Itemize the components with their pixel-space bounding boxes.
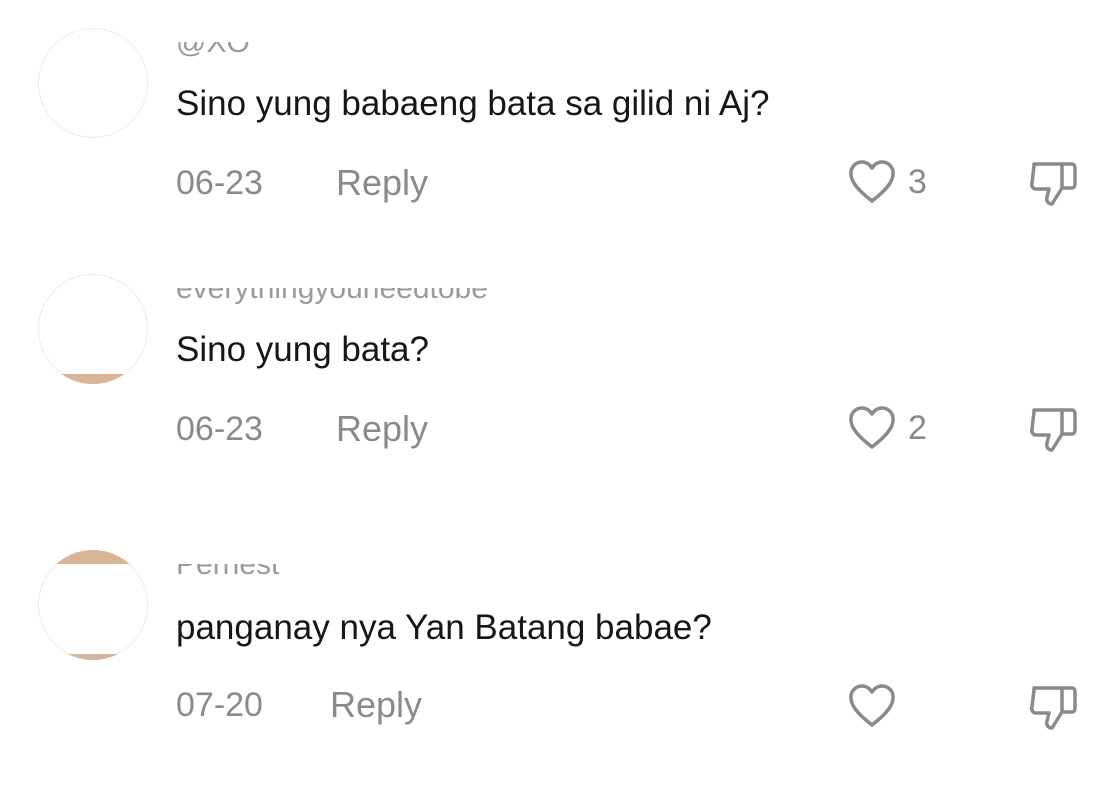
comment-text: Sino yung bata? — [176, 330, 429, 369]
dislike-button[interactable] — [1026, 680, 1080, 737]
comment-username-text: everythingyouneedtobe — [176, 288, 488, 304]
reply-button[interactable]: Reply — [336, 408, 428, 450]
like-button[interactable] — [846, 682, 908, 730]
comment-username[interactable]: everythingyouneedtobe — [176, 288, 488, 304]
avatar-photo — [38, 374, 148, 384]
dislike-button[interactable] — [1026, 156, 1080, 213]
comment-username[interactable]: @XO — [176, 42, 250, 58]
avatar[interactable] — [38, 28, 148, 138]
comment-date: 06-23 — [176, 164, 263, 202]
like-button[interactable]: 2 — [846, 404, 927, 452]
comment-date: 07-20 — [176, 686, 263, 724]
comment-username-text: Pernest — [176, 564, 279, 580]
heart-outline-icon — [849, 160, 895, 203]
like-count: 3 — [908, 162, 927, 201]
thumbs-down-outline-icon — [1030, 408, 1077, 452]
thumbs-down-outline-icon — [1030, 162, 1077, 206]
avatar-photo — [38, 550, 148, 564]
dislike-button[interactable] — [1026, 402, 1080, 459]
reply-button[interactable]: Reply — [336, 162, 428, 204]
heart-outline-icon — [849, 406, 895, 449]
heart-outline-icon — [849, 684, 895, 727]
comment-text: Sino yung babaeng bata sa gilid ni Aj? — [176, 84, 770, 123]
comment-text: panganay nya Yan Batang babae? — [176, 608, 712, 647]
comment-username[interactable]: Pernest — [176, 564, 279, 580]
comment-date: 06-23 — [176, 410, 263, 448]
like-count: 2 — [908, 408, 927, 447]
comment-username-text: @XO — [176, 42, 250, 58]
like-button[interactable]: 3 — [846, 158, 927, 206]
avatar-photo — [38, 654, 148, 660]
reply-button[interactable]: Reply — [330, 684, 422, 726]
avatar[interactable] — [38, 274, 148, 384]
thumbs-down-outline-icon — [1030, 686, 1077, 730]
avatar[interactable] — [38, 550, 148, 660]
